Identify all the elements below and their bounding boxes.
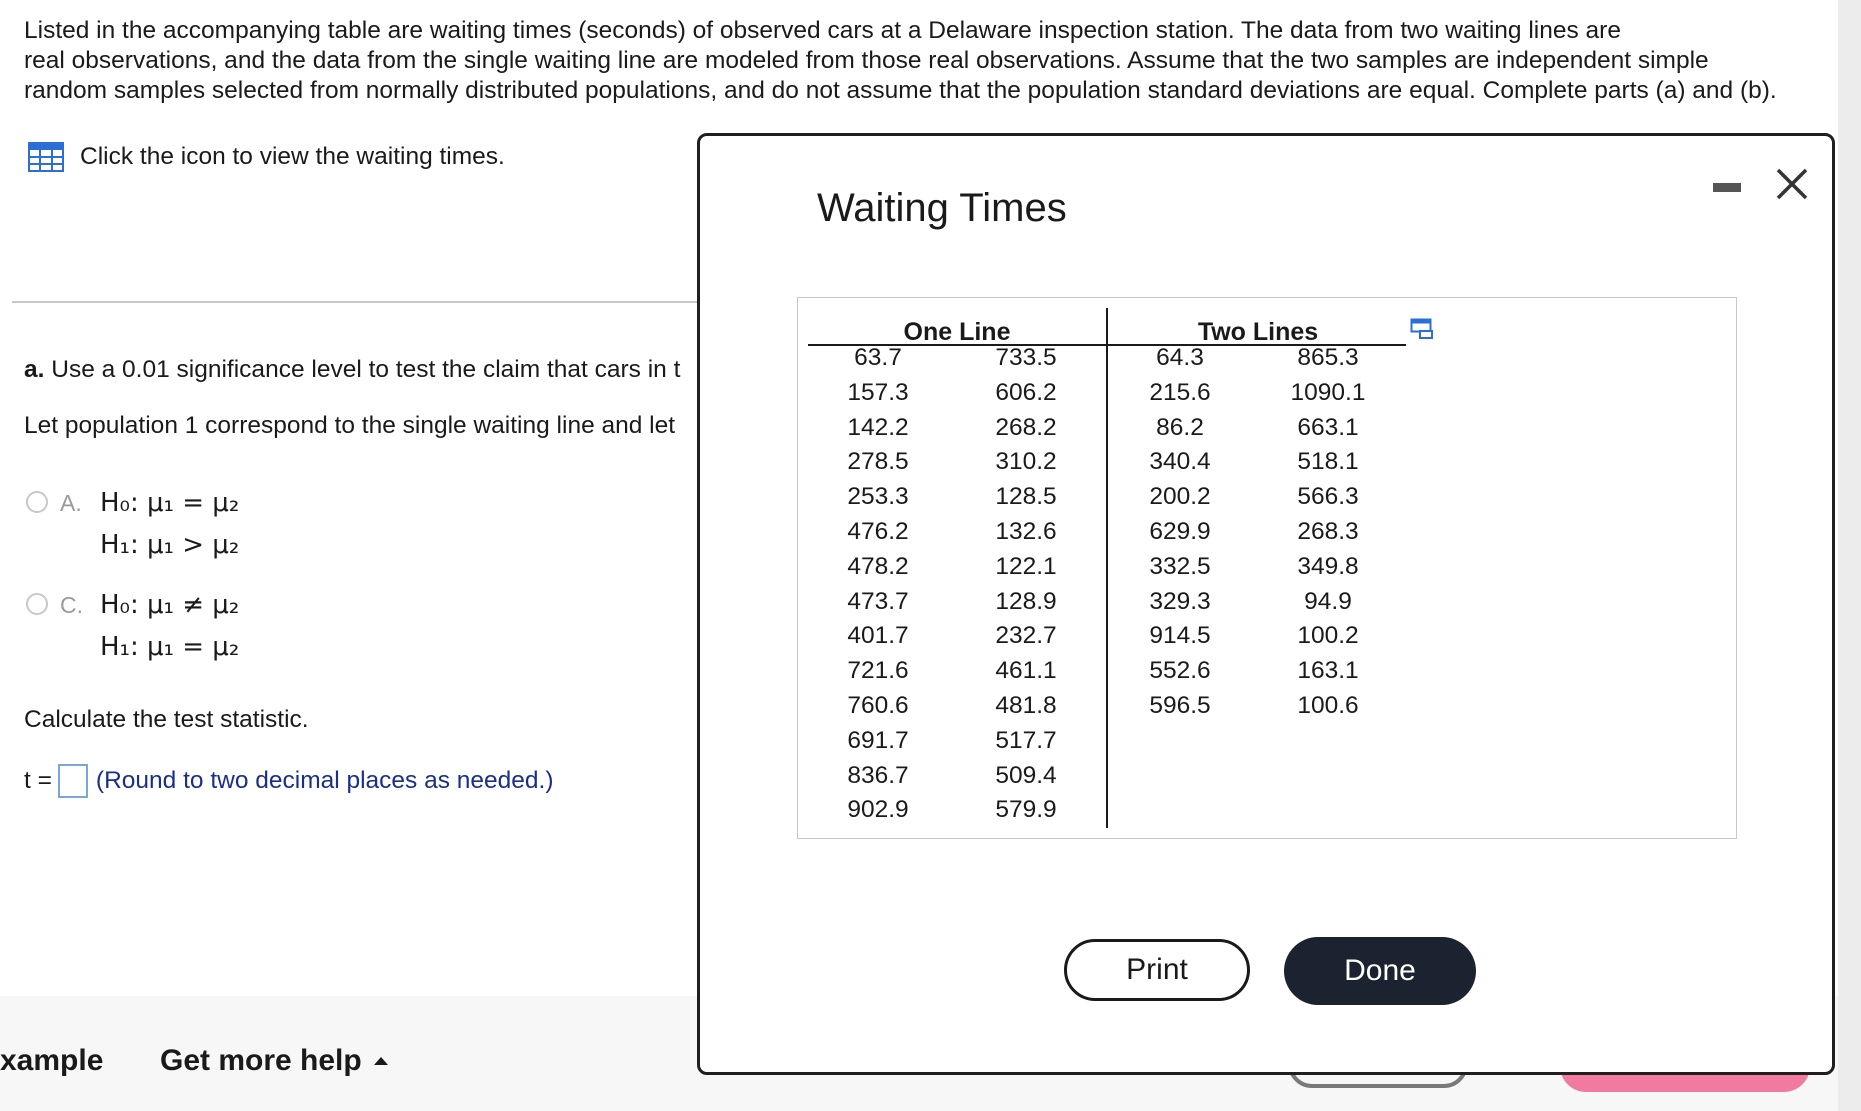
table-cell: 268.2 <box>995 413 1057 441</box>
intro-line: real observations, and the data from the… <box>24 47 1709 74</box>
table-cell: 278.5 <box>847 448 909 476</box>
table-cell: 215.6 <box>1149 378 1211 406</box>
table-cell: 509.4 <box>995 761 1057 789</box>
calc-instruction: Calculate the test statistic. <box>24 706 309 733</box>
option-c[interactable]: C. H₀: μ₁ ≠ μ₂ H₁: μ₁ = μ₂ <box>26 590 239 674</box>
table-cell: 100.6 <box>1297 691 1359 719</box>
alt-hypothesis: H₁: μ₁ > μ₂ <box>100 530 240 560</box>
alt-hypothesis: H₁: μ₁ = μ₂ <box>100 632 240 662</box>
column-one-line-a: 63.7 157.3 142.2 278.5 253.3 476.2 478.2 473.7 4… <box>808 341 948 828</box>
table-cell: 64.3 <box>1156 344 1204 371</box>
table-cell: 721.6 <box>847 657 909 685</box>
hypotheses: H₀: μ₁ ≠ μ₂ H₁: μ₁ = μ₂ <box>100 590 239 674</box>
table-cell: 596.5 <box>1149 691 1211 719</box>
test-statistic-row: t = (Round to two decimal places as need… <box>24 764 554 798</box>
table-cell: 566.3 <box>1297 483 1359 511</box>
table-cell: 232.7 <box>995 622 1057 650</box>
population-text: Let population 1 correspond to the singl… <box>24 412 676 439</box>
table-cell: 340.4 <box>1149 448 1211 476</box>
rounding-hint: (Round to two decimal places as needed.) <box>95 767 554 794</box>
table-cell: 253.3 <box>847 483 909 511</box>
t-statistic-input[interactable] <box>57 764 88 798</box>
table-cell: 157.3 <box>847 378 909 406</box>
copy-icon[interactable] <box>1410 318 1434 340</box>
close-icon[interactable] <box>1772 164 1812 204</box>
table-cell: 461.1 <box>995 657 1057 685</box>
part-a-question: a. Use a 0.01 significance level to test… <box>24 356 680 384</box>
table-cell: 132.6 <box>995 517 1057 545</box>
intro-line: random samples selected from normally di… <box>24 77 1777 104</box>
table-cell: 481.8 <box>995 691 1057 719</box>
table-cell: 349.8 <box>1297 552 1359 580</box>
table-cell: 329.3 <box>1149 587 1211 615</box>
table-cell: 122.1 <box>995 552 1057 580</box>
table-cell: 200.2 <box>1149 483 1211 511</box>
table-cell: 310.2 <box>995 448 1057 476</box>
table-cell: 518.1 <box>1297 448 1359 476</box>
table-cell: 902.9 <box>847 796 909 824</box>
minimize-icon[interactable] <box>1713 183 1741 192</box>
table-cell: 476.2 <box>847 517 909 545</box>
table-cell: 517.7 <box>995 726 1057 754</box>
table-cell: 691.7 <box>847 726 909 754</box>
null-hypothesis: H₀: μ₁ ≠ μ₂ <box>100 590 240 620</box>
table-cell: 63.7 <box>854 344 902 371</box>
done-button[interactable]: Done <box>1284 937 1476 1005</box>
example-link[interactable]: xample <box>0 1044 103 1078</box>
column-two-lines-b: 865.3 1090.1 663.1 518.1 566.3 268.3 349.8 94.9… <box>1258 341 1398 724</box>
table-cell: 733.5 <box>995 344 1057 371</box>
table-cell: 401.7 <box>847 622 909 650</box>
t-label: t = <box>24 767 52 794</box>
help-label: Get more help <box>160 1044 362 1077</box>
table-cell: 163.1 <box>1297 657 1359 685</box>
hypotheses: H₀: μ₁ = μ₂ H₁: μ₁ > μ₂ <box>100 488 239 572</box>
table-cell: 579.9 <box>995 796 1057 824</box>
dialog-title: Waiting Times <box>817 186 1067 230</box>
table-cell: 478.2 <box>847 552 909 580</box>
table-cell: 94.9 <box>1304 587 1352 615</box>
view-data-row: Click the icon to view the waiting times… <box>28 142 505 172</box>
table-cell: 268.3 <box>1297 517 1359 545</box>
page-scrollbar[interactable] <box>1838 0 1861 1111</box>
table-cell: 332.5 <box>1149 552 1211 580</box>
table-cell: 865.3 <box>1297 344 1359 371</box>
table-cell: 128.9 <box>995 587 1057 615</box>
table-cell: 128.5 <box>995 483 1057 511</box>
problem-intro: Listed in the accompanying table are wai… <box>24 16 1824 106</box>
table-cell: 663.1 <box>1297 413 1359 441</box>
option-c-radio[interactable] <box>26 593 48 615</box>
part-a-text: Use a 0.01 significance level to test th… <box>51 356 681 383</box>
part-a-label: a. <box>24 356 45 383</box>
caret-up-icon <box>373 1057 388 1065</box>
option-a[interactable]: A. H₀: μ₁ = μ₂ H₁: μ₁ > μ₂ <box>26 488 239 572</box>
option-letter: A. <box>60 490 82 516</box>
data-table: One Line Two Lines 63.7 157.3 142.2 278.5 25… <box>797 297 1737 839</box>
table-cell: 606.2 <box>995 378 1057 406</box>
view-data-text: Click the icon to view the waiting times… <box>80 143 505 170</box>
table-cell: 836.7 <box>847 761 909 789</box>
table-cell: 142.2 <box>847 413 909 441</box>
intro-line: Listed in the accompanying table are wai… <box>24 17 1621 44</box>
column-one-line-b: 733.5 606.2 268.2 310.2 128.5 132.6 122.1 128.9… <box>956 341 1096 828</box>
group-divider <box>1106 308 1108 828</box>
section-divider <box>12 301 712 303</box>
table-cell: 914.5 <box>1149 622 1211 650</box>
null-hypothesis: H₀: μ₁ = μ₂ <box>100 488 240 518</box>
table-cell: 1090.1 <box>1290 378 1366 406</box>
waiting-times-dialog: Waiting Times One Line Two Lines 63.7 157… <box>697 133 1835 1075</box>
print-button[interactable]: Print <box>1064 939 1250 1001</box>
table-cell: 86.2 <box>1156 413 1204 441</box>
table-cell: 629.9 <box>1149 517 1211 545</box>
column-two-lines-a: 64.3 215.6 86.2 340.4 200.2 629.9 332.5 329.3 91… <box>1110 341 1250 724</box>
table-cell: 473.7 <box>847 587 909 615</box>
table-grid-icon[interactable] <box>28 142 64 172</box>
get-more-help-button[interactable]: Get more help <box>160 1044 388 1078</box>
table-cell: 100.2 <box>1297 622 1359 650</box>
table-cell: 760.6 <box>847 691 909 719</box>
table-cell: 552.6 <box>1149 657 1211 685</box>
option-a-radio[interactable] <box>26 491 48 513</box>
option-letter: C. <box>60 592 83 618</box>
